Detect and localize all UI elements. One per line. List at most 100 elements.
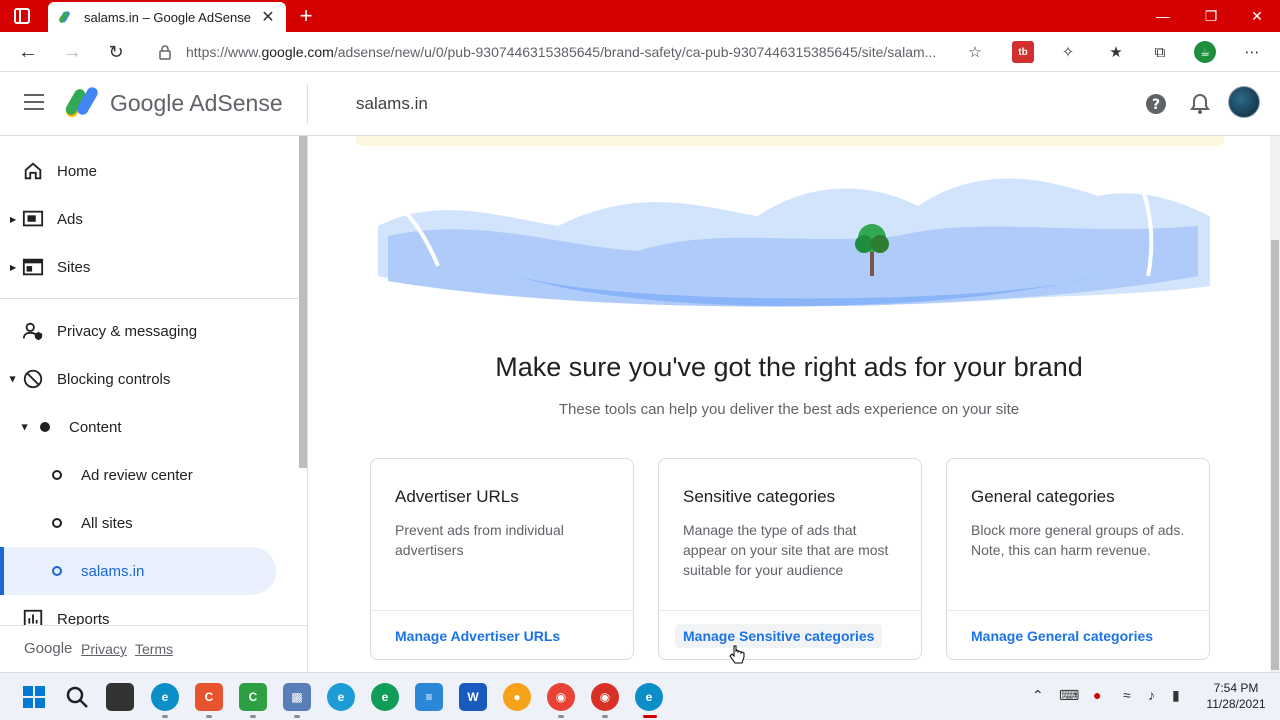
running-indicator (162, 715, 168, 718)
edge-canary-icon[interactable]: e (371, 683, 399, 711)
header-divider (307, 84, 308, 124)
card-description: Prevent ads from individual advertisers (395, 522, 564, 558)
forward-arrow-icon[interactable]: → (58, 38, 86, 66)
more-menu-icon[interactable]: ⋯ (1241, 41, 1263, 63)
url-path: /adsense/new/u/0/pub-9307446315385645/br… (333, 44, 937, 60)
taskbar-clock[interactable]: 7:54 PM 11/28/2021 (1196, 680, 1276, 712)
chrome-icon[interactable]: ◉ (547, 683, 575, 711)
volume-icon[interactable]: ♪ (1148, 687, 1155, 703)
running-indicator (250, 715, 256, 718)
keyboard-icon[interactable]: ⌨ (1059, 687, 1079, 704)
privacy-link[interactable]: Privacy (81, 641, 127, 657)
extension-tb-icon[interactable]: tb (1012, 41, 1034, 63)
bullet-dot-icon (40, 422, 50, 432)
active-indicator (0, 547, 4, 595)
sites-icon (22, 258, 44, 276)
edge-browser-icon[interactable]: e (151, 683, 179, 711)
search-icon[interactable] (63, 683, 91, 711)
word-icon[interactable]: W (459, 683, 487, 711)
back-arrow-icon[interactable]: ← (14, 38, 42, 66)
sidebar-divider (0, 298, 298, 299)
adsense-logo-icon (64, 84, 102, 120)
brand-name: Google AdSense (110, 90, 283, 116)
edge-dev-icon[interactable]: e (327, 683, 355, 711)
home-icon (24, 162, 42, 180)
sidebar-item-privacy[interactable]: Privacy & messaging (0, 307, 298, 355)
help-icon[interactable]: ? (1144, 92, 1168, 116)
page-headline: Make sure you've got the right ads for y… (495, 352, 1083, 382)
minimize-icon[interactable]: — (1140, 4, 1186, 28)
card-general-categories: General categories Block more general gr… (946, 458, 1210, 660)
page-subheadline: These tools can help you deliver the bes… (558, 401, 1020, 418)
windows-start-icon[interactable] (20, 683, 48, 711)
address-bar[interactable]: https://www.google.com/adsense/new/u/0/p… (146, 36, 996, 68)
main-content: Make sure you've got the right ads for y… (308, 136, 1270, 672)
main-scrollbar-thumb[interactable] (1271, 240, 1279, 670)
tray-chevron-icon[interactable]: ⌃ (1032, 687, 1044, 704)
expand-arrow-icon[interactable]: ▶ (10, 263, 16, 272)
tab-close-icon[interactable]: ✕ (260, 7, 276, 27)
tab-actions-icon[interactable] (14, 8, 30, 24)
reload-icon[interactable]: ↻ (102, 38, 130, 66)
url-host: google.com (261, 44, 334, 60)
menu-icon[interactable] (24, 94, 44, 110)
card-divider (371, 610, 633, 611)
edge-active-icon[interactable]: e (635, 683, 663, 711)
wifi-icon[interactable]: ≈ (1123, 687, 1131, 703)
app-green-icon[interactable]: C (239, 683, 267, 711)
sidebar-item-ads[interactable]: ▶ Ads (0, 195, 298, 243)
ring-bullet-icon (52, 566, 62, 576)
browser-tab[interactable]: salams.in – Google AdSense ✕ (48, 2, 286, 32)
expand-arrow-icon[interactable]: ▶ (10, 215, 16, 224)
ring-bullet-icon (52, 518, 62, 528)
sidebar-item-home[interactable]: Home (0, 147, 298, 195)
running-indicator (206, 715, 212, 718)
profile-icon[interactable]: ☕ (1194, 41, 1216, 63)
collapse-arrow-icon[interactable]: ▶ (21, 424, 30, 430)
sidebar-item-sites[interactable]: ▶ Sites (0, 243, 298, 291)
favorite-star-icon[interactable]: ☆ (964, 41, 986, 63)
card-title: Advertiser URLs (395, 487, 519, 506)
notifications-bell-icon[interactable] (1188, 92, 1212, 116)
sidebar-item-salams[interactable]: salams.in (0, 547, 276, 595)
sidebar-scrollbar[interactable] (299, 136, 307, 468)
browser-toolbar: ← → ↻ https://www.google.com/adsense/new… (0, 32, 1280, 72)
collections-icon[interactable]: ⧉ (1149, 41, 1171, 63)
main-scrollbar[interactable] (1270, 136, 1280, 672)
terms-link[interactable]: Terms (135, 641, 173, 657)
manage-advertiser-urls-link[interactable]: Manage Advertiser URLs (395, 628, 560, 644)
sidebar-item-ad-review-center[interactable]: Ad review center (0, 451, 298, 499)
battery-icon[interactable]: ▮ (1172, 687, 1180, 704)
running-indicator (558, 715, 564, 718)
notepad-icon[interactable]: ≡ (415, 683, 443, 711)
account-avatar[interactable] (1228, 86, 1260, 118)
window-close-icon[interactable]: ✕ (1234, 4, 1280, 28)
browser-title-bar: salams.in – Google AdSense ✕ + — ❐ ✕ (0, 0, 1280, 32)
manage-sensitive-categories-link[interactable]: Manage Sensitive categories (675, 624, 883, 648)
sidebar-item-content[interactable]: ▶ Content (0, 403, 298, 451)
card-divider (947, 610, 1209, 611)
favorites-icon[interactable]: ★ (1105, 41, 1127, 63)
windows-taskbar: e C C ▩ e e ≡ W ● ◉ ◉ e ⌃ ⌨ ● ≈ ♪ ▮ (0, 672, 1280, 720)
app-blue-icon[interactable]: ▩ (283, 683, 311, 711)
app-orange-icon[interactable]: C (195, 683, 223, 711)
card-divider (659, 610, 921, 611)
chrome-profile-icon[interactable]: ◉ (591, 683, 619, 711)
task-view-icon[interactable] (106, 683, 134, 711)
sidebar-item-blocking-controls[interactable]: ▶ Blocking controls (0, 355, 298, 403)
sidebar-item-label: salams.in (81, 562, 145, 580)
card-title: Sensitive categories (683, 487, 836, 506)
sidebar-item-label: Ads (57, 210, 83, 228)
card-title: General categories (971, 487, 1115, 506)
card-advertiser-urls: Advertiser URLs Prevent ads from individ… (370, 458, 634, 660)
manage-general-categories-link[interactable]: Manage General categories (971, 628, 1153, 644)
restore-icon[interactable]: ❐ (1188, 4, 1234, 28)
sidebar-item-all-sites[interactable]: All sites (0, 499, 298, 547)
lock-icon[interactable] (158, 44, 172, 60)
extensions-puzzle-icon[interactable]: ✧ (1057, 41, 1079, 63)
new-tab-button[interactable]: + (294, 3, 318, 29)
collapse-arrow-icon[interactable]: ▶ (9, 376, 18, 382)
app-yellow-icon[interactable]: ● (503, 683, 531, 711)
microphone-icon[interactable]: ● (1093, 687, 1101, 703)
ads-icon (22, 210, 44, 227)
